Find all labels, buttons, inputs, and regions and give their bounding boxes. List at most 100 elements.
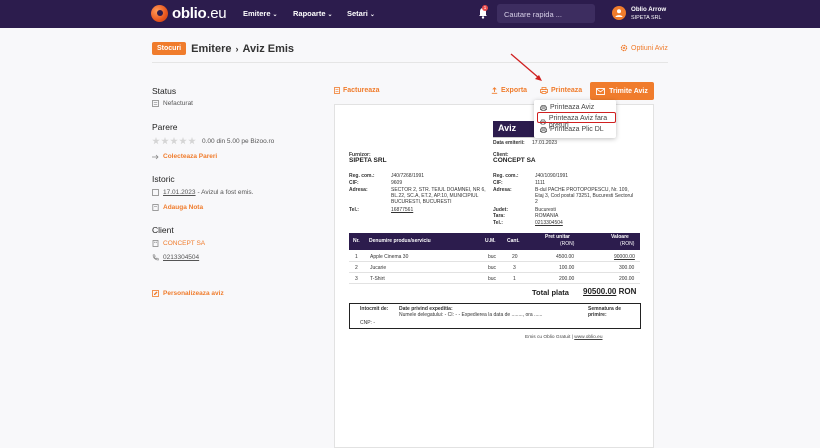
menu-setari[interactable]: Setari ⌄ (347, 9, 375, 18)
col-price: Pret unitar (545, 234, 571, 240)
delegate-label: Intocmit de: (360, 306, 389, 312)
history-date[interactable]: 17.01.2023 (163, 189, 196, 196)
supplier-field-label: Tel.: (349, 207, 359, 213)
row-divider (349, 261, 640, 262)
export-button[interactable]: Exporta (491, 87, 527, 94)
print-dropdown-menu: Printeaza Aviz Printeaza Aviz fara pretu… (534, 100, 616, 138)
receive-label: Semnatura de primire: (588, 306, 622, 318)
row-um: buc (488, 254, 497, 260)
logo-suffix: .eu (206, 5, 227, 22)
invoice-button[interactable]: Factureaza (334, 87, 380, 94)
status-text: Nefacturat (163, 100, 193, 107)
signature-box: Intocmit de: CNP: - Date privind expedit… (349, 303, 641, 329)
row-divider (349, 283, 640, 284)
menu-item-print-aviz[interactable]: Printeaza Aviz (540, 104, 594, 111)
row-name: Jucarie (370, 265, 387, 271)
supplier-field-value: SECTOR 2, STR. TEIUL DOAMNEI, NR 6, BL.2… (391, 187, 486, 205)
col-name: Denumire produs/serviciu (369, 238, 431, 244)
printer-icon (540, 87, 548, 94)
menu-emitere[interactable]: Emitere ⌄ (243, 9, 278, 18)
total-currency: RON (618, 287, 637, 296)
row-name: T-Shirt (370, 276, 385, 282)
total-value: 90500.00 RON (583, 287, 636, 296)
history-text: - Avizul a fost emis. (197, 189, 254, 196)
logo-bold: oblio (172, 5, 207, 22)
note-icon (152, 204, 159, 211)
chevron-down-icon: ⌄ (272, 12, 278, 18)
client-field-label: Tara: (493, 213, 505, 219)
menu-setari-label: Setari (347, 9, 368, 18)
user-name: Oblio Arrow (631, 6, 667, 13)
logo-mark-icon (151, 5, 168, 22)
print-label: Printeaza (551, 87, 583, 94)
star-icon (188, 137, 196, 145)
client-field-value: 0213304504 (535, 220, 563, 226)
col-value: Valoare (611, 234, 629, 240)
items-table-header: Nr. Denumire produs/serviciu U.M. Cant. … (349, 233, 640, 250)
col-qty: Cant. (507, 238, 520, 244)
footer-link[interactable]: www.oblio.eu (574, 335, 602, 340)
edit-icon (152, 290, 159, 297)
collect-reviews-link[interactable]: Colecteaza Pareri (152, 153, 217, 160)
history-entry: 17.01.2023 - Avizul a fost emis. (152, 189, 253, 196)
footer-note: Emis cu Oblio Gratuit | www.oblio.eu (525, 335, 603, 340)
oblio-logo[interactable]: oblio.eu (151, 5, 227, 22)
menu-item-label: Printeaza Plic DL (550, 126, 604, 133)
breadcrumb-emitere[interactable]: Emitere (191, 43, 231, 55)
row-nr: 2 (355, 265, 358, 271)
supplier-field-label: CIF: (349, 180, 359, 186)
search-input[interactable]: Cautare rapida ... (497, 4, 595, 23)
star-icon (152, 137, 160, 145)
client-link[interactable]: CONCEPT SA (152, 240, 205, 247)
row-qty: 1 (513, 276, 516, 282)
customize-link[interactable]: Personalizeaza aviz (152, 290, 224, 297)
user-menu[interactable]: Oblio Arrow SIPETA SRL (631, 6, 666, 22)
row-value: 300.00 (619, 265, 635, 271)
supplier-field-value: 9609 (391, 180, 403, 186)
print-button[interactable]: Printeaza (540, 87, 582, 94)
phone-icon (152, 254, 159, 261)
user-avatar[interactable] (612, 6, 626, 20)
breadcrumb: Stocuri Emitere › Aviz Emis (152, 42, 294, 55)
document-icon (152, 100, 159, 107)
invoice-label: Factureaza (343, 87, 380, 94)
stocuri-button[interactable]: Stocuri (152, 42, 187, 55)
star-icon (179, 137, 187, 145)
send-button[interactable]: Trimite Aviz (590, 82, 654, 100)
status-value: Nefacturat (152, 100, 193, 107)
top-navbar: oblio.eu Emitere ⌄ Rapoarte ⌄ Setari ⌄ 1 Ca… (0, 0, 820, 28)
client-phone-link[interactable]: 0213304504 (152, 254, 199, 261)
star-icon (170, 137, 178, 145)
star-icon (161, 137, 169, 145)
client-field-value: J40/1090/1991 (535, 173, 569, 179)
page-title: Aviz Emis (242, 42, 295, 55)
row-qty: 20 (512, 254, 518, 260)
row-price: 100.00 (559, 265, 575, 271)
client-name-doc: CONCEPT SA (493, 157, 536, 164)
client-field-value: B-dul PACHE PROTOPOPESCU, Nr. 109, Etaj … (535, 187, 634, 205)
row-value: 200.00 (619, 276, 635, 282)
row-nr: 1 (355, 254, 358, 260)
footer-text: Emis cu Oblio Gratuit | (525, 335, 573, 340)
options-link[interactable]: Optiuni Aviz (620, 44, 668, 52)
client-field-label: Reg. com.: (493, 173, 519, 179)
client-name: CONCEPT SA (163, 240, 206, 247)
menu-item-print-envelope[interactable]: Printeaza Plic DL (540, 126, 604, 133)
envelope-icon (596, 87, 606, 95)
collect-reviews-label: Colecteaza Pareri (163, 153, 218, 160)
divider (152, 62, 668, 63)
col-price-unit: (RON) (560, 241, 575, 247)
menu-rapoarte-label: Rapoarte (293, 9, 326, 18)
supplier-name: SIPETA SRL (349, 157, 387, 164)
gear-icon (620, 44, 628, 52)
row-um: buc (488, 276, 497, 282)
client-field-value: ROMANIA (535, 213, 559, 219)
row-um: buc (488, 265, 497, 271)
export-icon (491, 87, 498, 94)
client-title: Client (152, 225, 174, 235)
menu-rapoarte[interactable]: Rapoarte ⌄ (293, 9, 333, 18)
add-note-link[interactable]: Adauga Nota (152, 204, 203, 211)
row-price: 200.00 (559, 276, 575, 282)
user-icon (615, 9, 623, 17)
menu-item-label: Printeaza Aviz (550, 104, 595, 111)
